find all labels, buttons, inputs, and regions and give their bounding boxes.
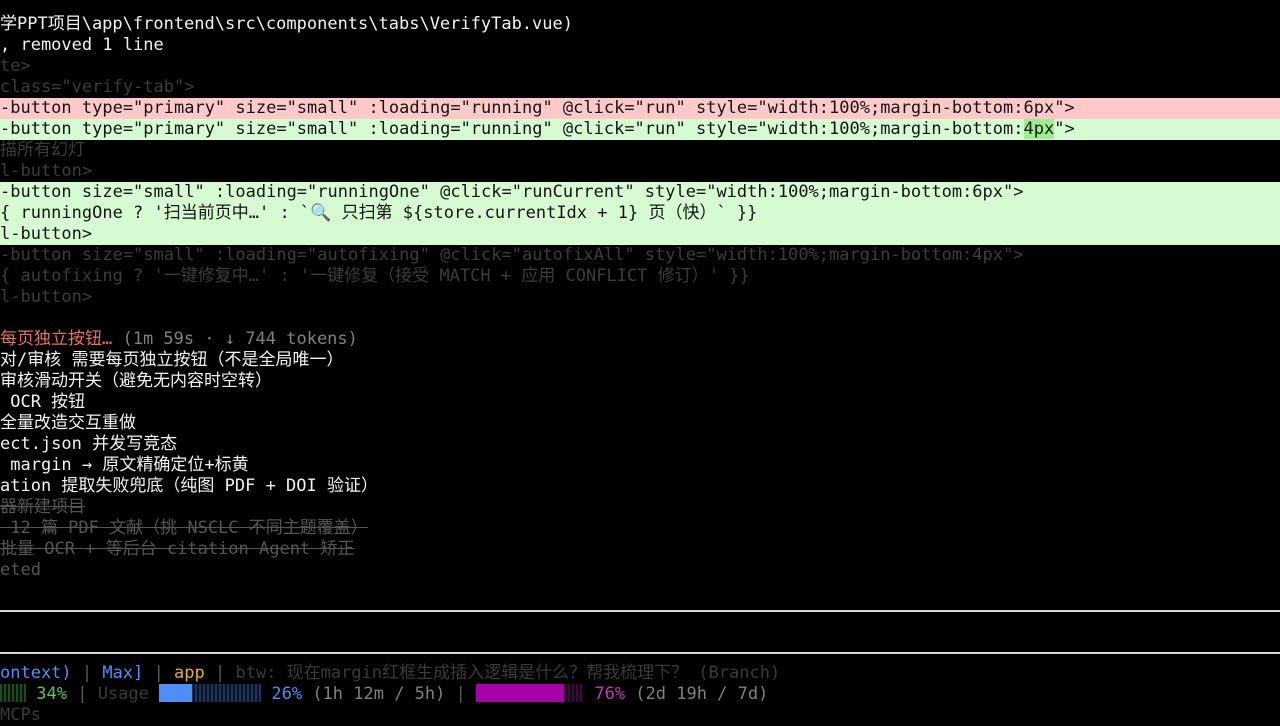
diff-removed-line: -button type="primary" size="small" :loa… <box>0 98 1280 119</box>
diff-file-path: 学PPT项目\app\frontend\src\components\tabs\… <box>0 14 573 34</box>
todo-item: 对/审核 需要每页独立按钮（不是全局唯一） <box>0 350 344 370</box>
prompt-input[interactable] <box>0 620 1280 650</box>
diff-added-line: -button size="small" :loading="runningOn… <box>0 182 1280 203</box>
project-label: app <box>174 663 205 683</box>
model-label: Max] <box>102 663 144 683</box>
diff-context-line: { autofixing ? '一键修复中…' : '一键修复（接受 MATCH… <box>0 266 750 286</box>
diff-context-line: l-button> <box>0 287 93 307</box>
context-label: ontext) <box>0 663 72 683</box>
todo-item: ation 提取失败兜底（纯图 PDF + DOI 验证） <box>0 476 378 496</box>
usage-detail: (1h 12m / 5h) <box>302 684 446 704</box>
diff-context-line: l-button> <box>0 161 93 181</box>
mcps-label: MCPs <box>0 705 41 725</box>
diff-changed-token: 4px <box>1023 119 1055 139</box>
diff-added-line: { runningOne ? '扫当前页中…' : `🔍 只扫第 ${store… <box>0 203 1280 224</box>
spinner-meta: (1m 59s · ↓ 744 tokens) <box>112 329 358 349</box>
weekly-bar <box>476 684 585 702</box>
input-top-border <box>0 610 1280 612</box>
diff-context-line: 描所有幻灯 <box>0 140 85 160</box>
context-percent: 34% <box>36 684 67 704</box>
context-bar <box>0 684 26 702</box>
todo-item-done: 12 篇 PDF 文献（挑 NSCLC 不同主题覆盖） <box>0 518 368 538</box>
todo-item: OCR 按钮 <box>0 392 86 412</box>
todo-item: margin → 原文精确定位+标黄 <box>0 455 249 475</box>
todo-item: ect.json 并发写竞态 <box>0 434 178 454</box>
diff-context-line: te> <box>0 56 31 76</box>
todo-item: 审核滑动开关（避免无内容时空转） <box>0 371 272 391</box>
spinner-status: 每页独立按钮… (1m 59s · ↓ 744 tokens) <box>0 329 1280 350</box>
weekly-percent: 76% <box>594 684 626 704</box>
statusline-bottom: 34% | Usage 26% (1h 12m / 5h) | 76% (2d … <box>0 684 1280 705</box>
usage-label: Usage <box>97 684 160 704</box>
statusline-top: ontext) | Max] | app | btw: 现在margin红框生成… <box>0 663 781 683</box>
diff-context-line: -button size="small" :loading="autofixin… <box>0 245 1024 265</box>
spinner-text: 每页独立按钮… <box>0 329 113 349</box>
usage-bar <box>159 684 262 702</box>
weekly-detail: (2d 19h / 7d) <box>625 684 769 704</box>
diff-added-line: -button type="primary" size="small" :loa… <box>0 119 1280 140</box>
todo-item-done: 器新建项目 <box>0 497 85 517</box>
btw-note: btw: 现在margin红框生成插入逻辑是什么？帮我梳理下？ (Branch) <box>235 663 781 683</box>
diff-context-line: class="verify-tab"> <box>0 77 195 97</box>
usage-percent: 26% <box>271 684 303 704</box>
todo-item-done: 批量 OCR + 等后台 citation Agent 矫正 <box>0 539 355 559</box>
completed-label: eted <box>0 560 41 580</box>
diff-added-line: l-button> <box>0 224 1280 245</box>
diff-summary: , removed 1 line <box>0 35 164 55</box>
todo-item: 全量改造交互重做 <box>0 413 136 433</box>
input-bottom-border <box>0 652 1280 654</box>
